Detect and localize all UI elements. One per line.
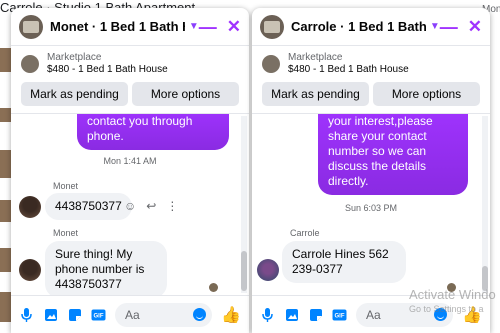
scrollbar[interactable] [482, 116, 488, 293]
outgoing-message: your interest,please share your contact … [318, 114, 468, 195]
marketplace-panel: Marketplace $480 - 1 Bed 1 Bath House Ma… [11, 46, 249, 114]
listing-avatar [19, 14, 43, 39]
chat-window-carrole: Carrole · 1 Bed 1 Bath House ▼ — ✕ Marke… [252, 8, 490, 333]
outgoing-message: contact you through phone. [77, 114, 229, 150]
microphone-icon[interactable] [260, 307, 275, 322]
photo-icon[interactable] [284, 307, 299, 322]
microphone-icon[interactable] [19, 307, 34, 322]
watermark-subtitle: Go to Settings to a [409, 304, 484, 314]
incoming-message: 4438750377 [45, 193, 132, 220]
photo-icon[interactable] [43, 307, 58, 322]
time-separator: Mon 1:41 AM [103, 156, 157, 166]
listing-title[interactable]: $480 - 1 Bed 1 Bath House [47, 64, 168, 76]
chat-title[interactable]: Monet · 1 Bed 1 Bath House [50, 19, 185, 34]
scroll-thumb[interactable] [241, 251, 247, 291]
chat-title[interactable]: Carrole · 1 Bed 1 Bath House [291, 19, 426, 34]
time-separator: Sun 6:03 PM [344, 203, 398, 213]
marketplace-panel: Marketplace $480 - 1 Bed 1 Bath House Ma… [252, 46, 490, 114]
listing-title[interactable]: $480 - 1 Bed 1 Bath House [288, 64, 409, 76]
reply-icon[interactable]: ↩ [146, 199, 156, 213]
react-icon[interactable]: ☺ [124, 199, 136, 213]
close-icon[interactable]: ✕ [468, 18, 482, 35]
svg-text:GIF: GIF [94, 313, 104, 319]
watermark-title: Activate Windo [409, 287, 496, 302]
listing-thumbnail [21, 55, 39, 73]
activate-windows-watermark: Activate Windo Go to Settings to a [409, 287, 496, 317]
sender-avatar[interactable] [19, 196, 41, 218]
sender-avatar[interactable] [19, 259, 41, 281]
minimize-icon[interactable]: — [440, 18, 458, 36]
more-options-button[interactable]: More options [132, 82, 239, 106]
sender-name: Monet [53, 228, 79, 238]
mark-pending-button[interactable]: Mark as pending [21, 82, 128, 106]
close-icon[interactable]: ✕ [227, 18, 241, 35]
read-receipt-avatar [209, 283, 218, 292]
chevron-down-icon[interactable]: ▼ [189, 21, 199, 32]
gif-icon[interactable]: GIF [332, 307, 347, 322]
message-thread[interactable]: contact you through phone. Mon 1:41 AM M… [11, 114, 249, 295]
chat-header[interactable]: Carrole · 1 Bed 1 Bath House ▼ — ✕ [252, 8, 490, 46]
chevron-down-icon[interactable]: ▼ [430, 21, 440, 32]
composer-bar: GIF Aa 👍 [11, 295, 249, 333]
message-thread[interactable]: your interest,please share your contact … [252, 114, 490, 295]
minimize-icon[interactable]: — [199, 18, 217, 36]
listing-avatar [260, 14, 284, 39]
message-input[interactable]: Aa [115, 302, 213, 327]
marketplace-label: Marketplace [47, 52, 102, 63]
sticker-icon[interactable] [308, 307, 323, 322]
listing-thumbnail [262, 55, 280, 73]
chat-window-monet: Monet · 1 Bed 1 Bath House ▼ — ✕ Marketp… [11, 8, 249, 333]
input-placeholder: Aa [125, 307, 140, 322]
message-actions: ☺ ↩ ⋮ [124, 199, 178, 213]
incoming-message: Sure thing! My phone number is 443875037… [45, 241, 167, 295]
more-icon[interactable]: ⋮ [166, 199, 178, 213]
gif-icon[interactable]: GIF [91, 307, 106, 322]
scrollbar[interactable] [241, 116, 247, 293]
sender-name: Carrole [290, 228, 320, 238]
incoming-message: Carrole Hines 562 239-0377 [282, 241, 406, 283]
svg-text:GIF: GIF [335, 313, 345, 319]
mark-pending-button[interactable]: Mark as pending [262, 82, 369, 106]
thumbs-up-icon[interactable]: 👍 [221, 305, 241, 325]
sender-avatar[interactable] [257, 259, 279, 281]
chat-header[interactable]: Monet · 1 Bed 1 Bath House ▼ — ✕ [11, 8, 249, 46]
marketplace-label: Marketplace [288, 52, 343, 63]
emoji-icon[interactable] [193, 308, 207, 321]
sticker-icon[interactable] [67, 307, 82, 322]
more-options-button[interactable]: More options [373, 82, 480, 106]
sender-name: Monet [53, 181, 79, 191]
